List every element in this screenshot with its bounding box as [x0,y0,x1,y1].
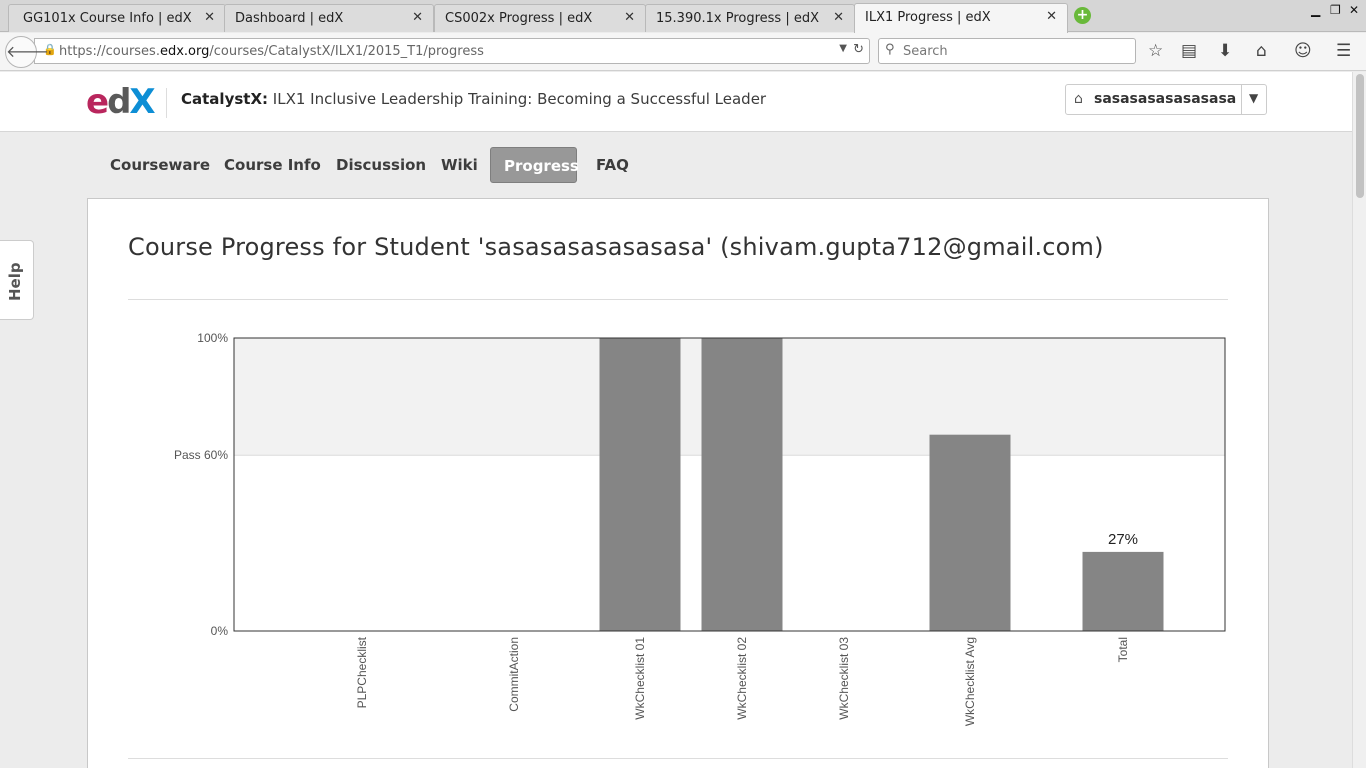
x-tick-label: Total [1116,637,1130,662]
chart-bar [929,434,1011,631]
course-title: CatalystX: ILX1 Inclusive Leadership Tra… [181,90,767,108]
home-icon[interactable]: ⌂ [1256,41,1267,61]
tab-discussion[interactable]: Discussion [323,147,439,183]
progress-card: Course Progress for Student 'sasasasasas… [87,198,1269,768]
browser-tab-title: GG101x Course Info | edX [23,11,192,26]
x-tick-label: WkChecklist 01 [633,637,647,720]
search-icon: ⚲ [885,42,895,57]
browser-tab-title: CS002x Progress | edX [445,11,593,26]
minimize-icon[interactable]: ▁ [1311,3,1320,17]
close-icon[interactable]: ✕ [412,10,423,25]
back-arrow-icon: 🡐 [6,42,49,61]
browser-tab-bar: GG101x Course Info | edX ✕ Dashboard | e… [0,0,1366,33]
chart-bar [599,338,681,631]
x-tick-label: CommitAction [507,637,521,712]
search-input[interactable]: ⚲ Search [878,38,1136,64]
grade-chart: 0% Pass 60% 100% PLPChecklist CommitAction Wk… [174,331,1226,726]
y-tick-label: 100% [197,331,228,345]
menu-icon[interactable]: ☰ [1336,41,1351,61]
browser-tab-4[interactable]: 15.390.1x Progress | edX ✕ [645,4,855,32]
back-button[interactable]: 🡐 [5,36,49,68]
user-menu[interactable]: ⌂ sasasasasasasasa ▼ [1065,84,1267,115]
browser-nav-bar: 🔒 https://courses.edx.org/courses/Cataly… [0,33,1366,71]
y-tick-label: Pass 60% [174,448,228,462]
reload-icon[interactable]: ↻ [853,42,864,57]
new-tab-icon[interactable]: + [1074,7,1091,24]
tab-course-info[interactable]: Course Info [211,147,334,183]
chevron-down-icon[interactable]: ▼ [1249,91,1258,105]
search-placeholder: Search [903,44,948,59]
download-icon[interactable]: ⬇ [1218,41,1232,61]
close-icon[interactable]: ✕ [204,10,215,25]
course-nav: Courseware Course Info Discussion Wiki P… [0,133,1352,197]
site-header: edX CatalystX: ILX1 Inclusive Leadership… [0,72,1352,132]
scrollbar-thumb[interactable] [1356,74,1364,198]
close-icon[interactable]: ✕ [624,10,635,25]
url-dropdown-icon[interactable]: ▼ [839,43,847,54]
browser-tab-1[interactable]: GG101x Course Info | edX ✕ [8,4,226,32]
help-tab[interactable]: Help [0,240,34,320]
maximize-icon[interactable]: ❐ [1330,3,1341,17]
chart-bar [1082,551,1164,631]
browser-tab-5[interactable]: ILX1 Progress | edX ✕ [854,3,1068,33]
close-icon[interactable]: ✕ [1046,9,1057,24]
divider [128,758,1228,759]
header-divider [166,88,167,118]
reading-list-icon[interactable]: ▤ [1181,41,1197,61]
url-text: https://courses.edx.org/courses/Catalyst… [59,44,484,59]
bookmark-star-icon[interactable]: ☆ [1148,41,1163,61]
close-window-icon[interactable]: ✕ [1349,3,1359,17]
browser-tab-title: ILX1 Progress | edX [865,10,991,25]
home-icon[interactable]: ⌂ [1074,91,1083,107]
close-icon[interactable]: ✕ [833,10,844,25]
tab-wiki[interactable]: Wiki [428,147,491,183]
tab-faq[interactable]: FAQ [583,147,642,183]
url-bar[interactable]: 🔒 https://courses.edx.org/courses/Cataly… [34,38,870,64]
tab-courseware[interactable]: Courseware [97,147,223,183]
x-tick-label: WkChecklist 02 [735,637,749,720]
browser-tab-2[interactable]: Dashboard | edX ✕ [224,4,434,32]
chart-bar [701,338,783,631]
x-tick-label: PLPChecklist [355,636,369,708]
browser-tab-title: Dashboard | edX [235,11,344,26]
help-label: Help [6,262,24,301]
username-link[interactable]: sasasasasasasasa [1094,91,1236,107]
scrollbar[interactable] [1352,72,1366,768]
browser-tab-3[interactable]: CS002x Progress | edX ✕ [434,4,646,32]
x-tick-label: WkChecklist 03 [837,637,851,720]
y-tick-label: 0% [211,624,229,638]
user-menu-divider [1241,85,1242,114]
page-content: edX CatalystX: ILX1 Inclusive Leadership… [0,72,1352,768]
chat-icon[interactable]: ☺ [1294,41,1312,61]
edx-logo[interactable]: edX [86,82,156,122]
tab-progress[interactable]: Progress [490,147,579,183]
x-tick-label: WkChecklist Avg [963,637,977,726]
browser-tab-title: 15.390.1x Progress | edX [656,11,819,26]
data-label: 27% [1108,531,1138,548]
